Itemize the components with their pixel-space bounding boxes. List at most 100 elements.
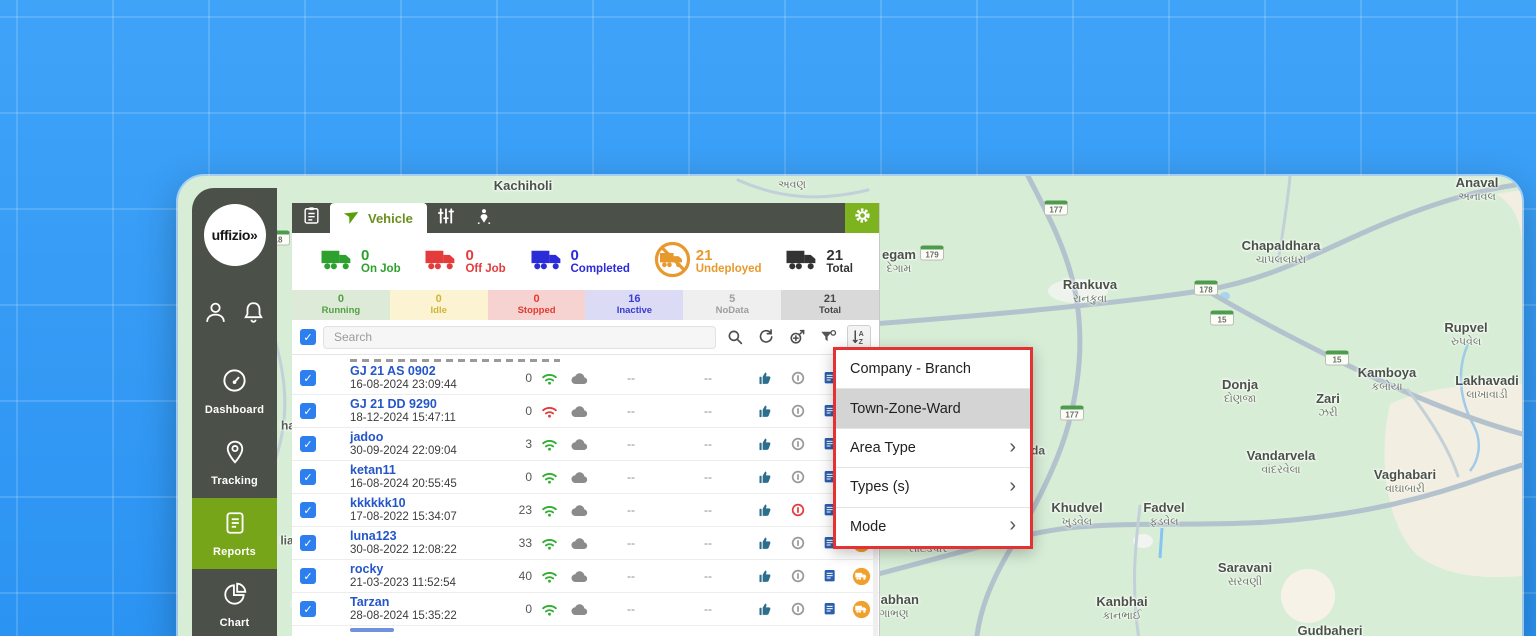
map-label: Fadvelફડવેલ bbox=[1143, 500, 1184, 530]
count-on-job[interactable]: 0On Job bbox=[320, 248, 401, 276]
refresh-icon[interactable] bbox=[754, 325, 778, 349]
report-notes-icon[interactable] bbox=[816, 568, 844, 584]
wifi-signal-icon bbox=[536, 469, 562, 485]
count-text: 0On Job bbox=[361, 248, 401, 276]
thumbs-up-icon[interactable] bbox=[750, 436, 780, 453]
vehicle-name-link[interactable]: Tarzan bbox=[350, 595, 498, 609]
clipped-vehicle-name bbox=[350, 628, 394, 632]
tab-vehicle[interactable]: Vehicle bbox=[330, 203, 427, 233]
menu-item-company-branch[interactable]: Company - Branch bbox=[836, 350, 1030, 389]
map-label-name: Khudvel bbox=[1051, 500, 1102, 516]
map-label-local: દેગામ bbox=[882, 263, 916, 277]
vehicle-count: 0 bbox=[502, 602, 532, 616]
settings-button[interactable] bbox=[845, 203, 879, 233]
count-value: 0 bbox=[571, 248, 630, 264]
row-checkbox[interactable]: ✓ bbox=[300, 502, 316, 518]
row-checkbox[interactable]: ✓ bbox=[300, 436, 316, 452]
gauge-icon[interactable] bbox=[784, 535, 812, 551]
sidebar-item-reports[interactable]: Reports bbox=[192, 498, 277, 569]
menu-item-types-s[interactable]: Types (s)› bbox=[836, 468, 1030, 507]
strip-running[interactable]: 0Running bbox=[292, 290, 390, 320]
sidebar-item-dashboard[interactable]: Dashboard bbox=[192, 355, 277, 427]
gauge-icon[interactable] bbox=[784, 370, 812, 386]
count-completed[interactable]: 0Completed bbox=[530, 248, 630, 276]
gauge-icon[interactable] bbox=[784, 403, 812, 419]
search-input[interactable] bbox=[323, 326, 716, 349]
vehicle-mode-badge-icon[interactable] bbox=[848, 600, 874, 619]
strip-stopped[interactable]: 0Stopped bbox=[488, 290, 586, 320]
select-all-checkbox[interactable]: ✓ bbox=[300, 329, 316, 345]
road-number: 15 bbox=[1333, 355, 1342, 364]
row-checkbox[interactable]: ✓ bbox=[300, 601, 316, 617]
strip-total[interactable]: 21Total bbox=[781, 290, 879, 320]
row-checkbox[interactable]: ✓ bbox=[300, 469, 316, 485]
profile-icon[interactable] bbox=[203, 300, 228, 325]
grouping-dropdown-menu: Company - Branch Town-Zone-WardArea Type›… bbox=[833, 347, 1033, 549]
row-checkbox[interactable]: ✓ bbox=[300, 370, 316, 386]
thumbs-up-icon[interactable] bbox=[750, 601, 780, 618]
vehicle-name-link[interactable]: ketan11 bbox=[350, 463, 498, 477]
strip-idle[interactable]: 0Idle bbox=[390, 290, 488, 320]
empty-value: -- bbox=[670, 569, 746, 583]
strip-inactive[interactable]: 16Inactive bbox=[585, 290, 683, 320]
empty-value: -- bbox=[596, 437, 666, 451]
vehicle-name-link[interactable]: jadoo bbox=[350, 430, 498, 444]
row-checkbox[interactable]: ✓ bbox=[300, 403, 316, 419]
cloud-icon bbox=[566, 570, 592, 583]
vehicle-name-link[interactable]: GJ 21 DD 9290 bbox=[350, 397, 498, 411]
sidebar-item-tracking[interactable]: Tracking bbox=[192, 427, 277, 498]
wifi-signal-icon bbox=[536, 403, 562, 419]
strip-label: Running bbox=[322, 306, 361, 317]
wifi-signal-icon bbox=[536, 436, 562, 452]
count-total[interactable]: 21Total bbox=[785, 248, 853, 276]
tab-filters[interactable] bbox=[427, 203, 465, 233]
vehicle-name-link[interactable]: rocky bbox=[350, 562, 498, 576]
vehicle-name-link[interactable]: kkkkkk10 bbox=[350, 496, 498, 510]
count-off-job[interactable]: 0Off Job bbox=[424, 248, 505, 276]
thumbs-up-icon[interactable] bbox=[750, 370, 780, 387]
count-text: 21Total bbox=[826, 248, 853, 276]
vehicle-timestamp: 17-08-2022 15:34:07 bbox=[350, 511, 498, 524]
count-undeployed[interactable]: 21Undeployed bbox=[654, 241, 762, 283]
table-row: ✓ketan1116-08-2024 20:55:450---- bbox=[292, 461, 879, 494]
map-label: અવણ bbox=[778, 179, 806, 193]
report-notes-icon[interactable] bbox=[816, 601, 844, 617]
row-checkbox[interactable]: ✓ bbox=[300, 568, 316, 584]
filter-funnel-icon[interactable] bbox=[816, 325, 840, 349]
menu-item-label: Company - Branch bbox=[850, 361, 971, 377]
gauge-icon[interactable] bbox=[784, 502, 812, 518]
gauge-icon[interactable] bbox=[784, 469, 812, 485]
menu-item-area-type[interactable]: Area Type› bbox=[836, 429, 1030, 468]
sidebar-item-chart[interactable]: Chart bbox=[192, 569, 277, 636]
truck-icon bbox=[530, 248, 566, 275]
vehicle-name-link[interactable]: luna123 bbox=[350, 529, 498, 543]
map-label-name: Saravani bbox=[1218, 560, 1272, 576]
thumbs-up-icon[interactable] bbox=[750, 469, 780, 486]
add-icon[interactable] bbox=[785, 325, 809, 349]
gauge-icon[interactable] bbox=[784, 601, 812, 617]
wifi-signal-icon bbox=[536, 502, 562, 518]
count-label: Total bbox=[826, 263, 853, 275]
gauge-icon[interactable] bbox=[784, 568, 812, 584]
menu-item-mode[interactable]: Mode› bbox=[836, 508, 1030, 546]
tab-job-list[interactable] bbox=[292, 203, 330, 233]
thumbs-up-icon[interactable] bbox=[750, 535, 780, 552]
vehicle-mode-badge-icon[interactable] bbox=[848, 567, 874, 586]
strip-nodata[interactable]: 5NoData bbox=[683, 290, 781, 320]
strip-label: Total bbox=[819, 306, 841, 317]
gauge-icon[interactable] bbox=[784, 436, 812, 452]
map-label-name: egam bbox=[882, 247, 916, 263]
thumbs-up-icon[interactable] bbox=[750, 403, 780, 420]
thumbs-up-icon[interactable] bbox=[750, 502, 780, 519]
sort-az-icon[interactable]: AZ bbox=[847, 325, 871, 349]
vehicle-name-link[interactable]: GJ 21 AS 0902 bbox=[350, 364, 498, 378]
gear-icon bbox=[853, 206, 872, 230]
notifications-bell-icon[interactable] bbox=[241, 300, 266, 325]
tab-stops[interactable] bbox=[465, 203, 503, 233]
road-shield: 177 bbox=[1044, 201, 1068, 216]
menu-item-town-zone-ward[interactable]: Town-Zone-Ward bbox=[836, 389, 1030, 428]
wifi-signal-icon bbox=[536, 601, 562, 617]
row-checkbox[interactable]: ✓ bbox=[300, 535, 316, 551]
thumbs-up-icon[interactable] bbox=[750, 568, 780, 585]
search-icon[interactable] bbox=[723, 325, 747, 349]
